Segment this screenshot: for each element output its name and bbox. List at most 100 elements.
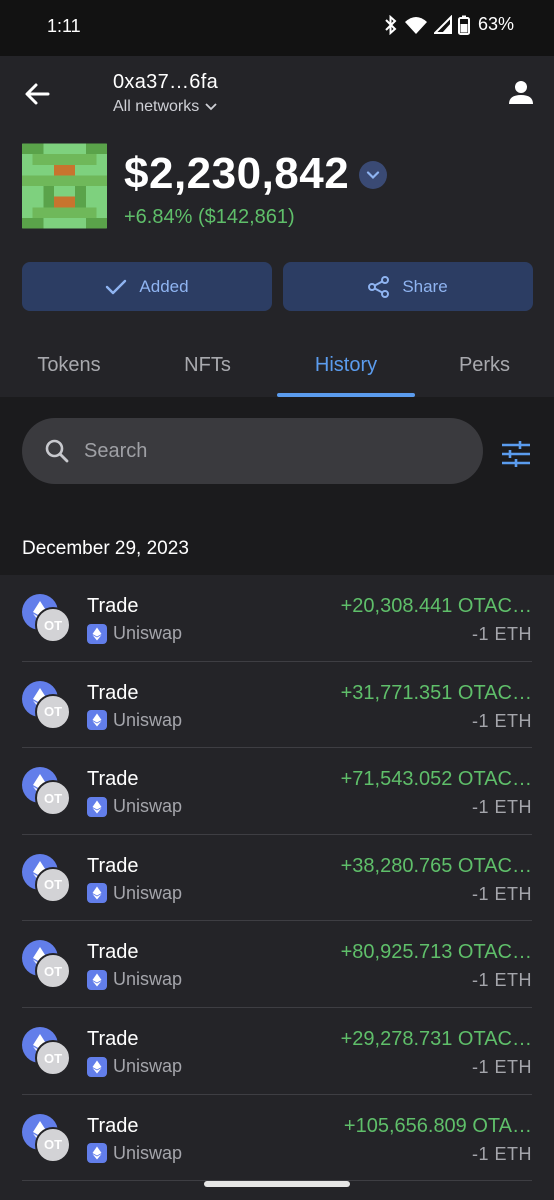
row-sent-amount: -1 ETH — [471, 1143, 532, 1164]
total-balance: $2,230,842 — [124, 149, 350, 198]
added-button[interactable]: Added — [22, 262, 272, 311]
share-button[interactable]: Share — [283, 262, 533, 311]
row-source-label: Uniswap — [113, 1056, 183, 1076]
tab-nfts[interactable]: NFTs — [138, 340, 277, 397]
ot-token-label: OT — [43, 1050, 63, 1066]
row-source: Uniswap — [87, 1056, 182, 1077]
search-icon — [45, 439, 69, 463]
row-source-label: Uniswap — [113, 882, 183, 903]
ot-token-icon: OT — [35, 866, 71, 903]
row-source-label: Uniswap — [113, 796, 183, 817]
history-row[interactable]: OT Trade Uniswap +80,925.713 OTAC… -1 ETH — [0, 921, 554, 1008]
search-bar[interactable] — [22, 418, 483, 484]
network-label: All networks — [113, 98, 200, 115]
wallet-address[interactable]: 0xa37…6fa — [113, 71, 218, 94]
person-icon — [509, 81, 533, 104]
row-sent-amount: -1 ETH — [471, 970, 532, 991]
bluetooth-icon — [385, 14, 397, 35]
ot-token-label: OT — [43, 877, 63, 893]
row-received-amount: +80,925.713 OTAC… — [340, 941, 532, 964]
search-input[interactable] — [84, 439, 444, 463]
row-sent-amount: -1 ETH — [471, 797, 532, 818]
history-date-header: December 29, 2023 — [22, 538, 189, 559]
history-row[interactable]: OT Trade Uniswap +38,280.765 OTAC… -1 ETH — [0, 835, 554, 922]
wallet-avatar — [22, 143, 107, 229]
battery-percent: 63% — [477, 14, 514, 34]
sliders-icon — [502, 441, 530, 467]
ot-token-icon: OT — [35, 780, 71, 817]
row-sent-amount: -1 ETH — [471, 883, 532, 904]
uniswap-icon — [87, 1056, 107, 1077]
tab-perks[interactable]: Perks — [415, 340, 554, 397]
token-pair-icon: OT — [22, 940, 72, 990]
row-source-label: Uniswap — [113, 623, 183, 643]
row-received-amount: +38,280.765 OTAC… — [340, 854, 532, 877]
arrow-left-icon — [25, 83, 50, 105]
row-source-label: Uniswap — [113, 969, 183, 990]
row-source: Uniswap — [87, 883, 182, 904]
ot-token-label: OT — [43, 1137, 63, 1153]
row-title: Trade — [87, 768, 139, 791]
chevron-down-icon — [205, 103, 217, 111]
row-received-amount: +105,656.809 OTA… — [343, 1114, 532, 1137]
row-title: Trade — [87, 941, 139, 964]
history-list: OT Trade Uniswap +20,308.441 OTAC… -1 ETH OT T… — [0, 575, 554, 1200]
token-pair-icon: OT — [22, 1027, 72, 1077]
token-pair-icon: OT — [22, 1113, 72, 1164]
ot-token-label: OT — [43, 617, 63, 633]
history-row[interactable]: OT Trade Uniswap +20,308.441 OTAC… -1 ETH — [0, 575, 554, 662]
uniswap-icon — [87, 969, 107, 990]
share-icon — [368, 275, 390, 298]
added-label: Added — [139, 276, 189, 296]
back-button[interactable] — [20, 78, 56, 110]
row-source: Uniswap — [87, 969, 182, 990]
uniswap-icon — [87, 623, 107, 644]
ot-token-label: OT — [43, 704, 63, 720]
status-time: 1:11 — [47, 16, 81, 36]
token-pair-icon: OT — [22, 680, 72, 731]
ot-token-label: OT — [43, 963, 63, 979]
history-row[interactable]: OT Trade Uniswap +29,278.731 OTAC… -1 ETH — [0, 1008, 554, 1095]
row-received-amount: +29,278.731 OTAC… — [340, 1028, 532, 1050]
filter-button[interactable] — [498, 436, 534, 472]
row-title: Trade — [87, 854, 139, 877]
uniswap-icon — [87, 1143, 107, 1164]
row-title: Trade — [87, 1028, 139, 1050]
pixel-avatar-icon — [22, 143, 107, 229]
tab-tokens[interactable]: Tokens — [0, 340, 138, 397]
row-source: Uniswap — [87, 710, 182, 731]
active-tab-indicator — [277, 393, 415, 397]
history-row[interactable]: OT Trade Uniswap +105,656.809 OTA… -1 ETH — [0, 1095, 554, 1182]
history-row[interactable]: OT Trade Uniswap +71,543.052 OTAC… -1 ETH — [0, 748, 554, 835]
row-sent-amount: -1 ETH — [471, 710, 532, 731]
ot-token-icon: OT — [35, 953, 71, 990]
uniswap-icon — [87, 796, 107, 817]
token-pair-icon: OT — [22, 767, 72, 817]
uniswap-icon — [87, 883, 107, 904]
tab-history[interactable]: History — [277, 340, 415, 397]
balance-change: +6.84% ($142,861) — [124, 206, 295, 228]
row-source: Uniswap — [87, 623, 182, 644]
network-selector[interactable]: All networks — [113, 98, 217, 116]
ot-token-icon: OT — [35, 1126, 71, 1163]
check-icon — [106, 279, 127, 294]
status-icons: 63% — [384, 14, 514, 35]
token-pair-icon: OT — [22, 594, 72, 644]
row-sent-amount: -1 ETH — [471, 1057, 532, 1077]
status-bar: 1:11 63% — [0, 0, 554, 56]
profile-button[interactable] — [506, 78, 536, 108]
row-source: Uniswap — [87, 796, 182, 817]
row-title: Trade — [87, 1114, 139, 1137]
row-title: Trade — [87, 595, 139, 617]
battery-icon — [457, 15, 470, 35]
row-title: Trade — [87, 681, 139, 704]
share-label: Share — [402, 276, 448, 296]
ot-token-icon: OT — [35, 693, 71, 730]
ot-token-label: OT — [43, 790, 63, 806]
row-sent-amount: -1 ETH — [471, 624, 532, 644]
history-row[interactable]: OT Trade Uniswap +31,771.351 OTAC… -1 ETH — [0, 662, 554, 749]
home-indicator[interactable] — [204, 1181, 350, 1187]
row-source-label: Uniswap — [113, 709, 183, 730]
row-source: Uniswap — [87, 1143, 182, 1164]
balance-toggle-button[interactable] — [359, 161, 387, 189]
